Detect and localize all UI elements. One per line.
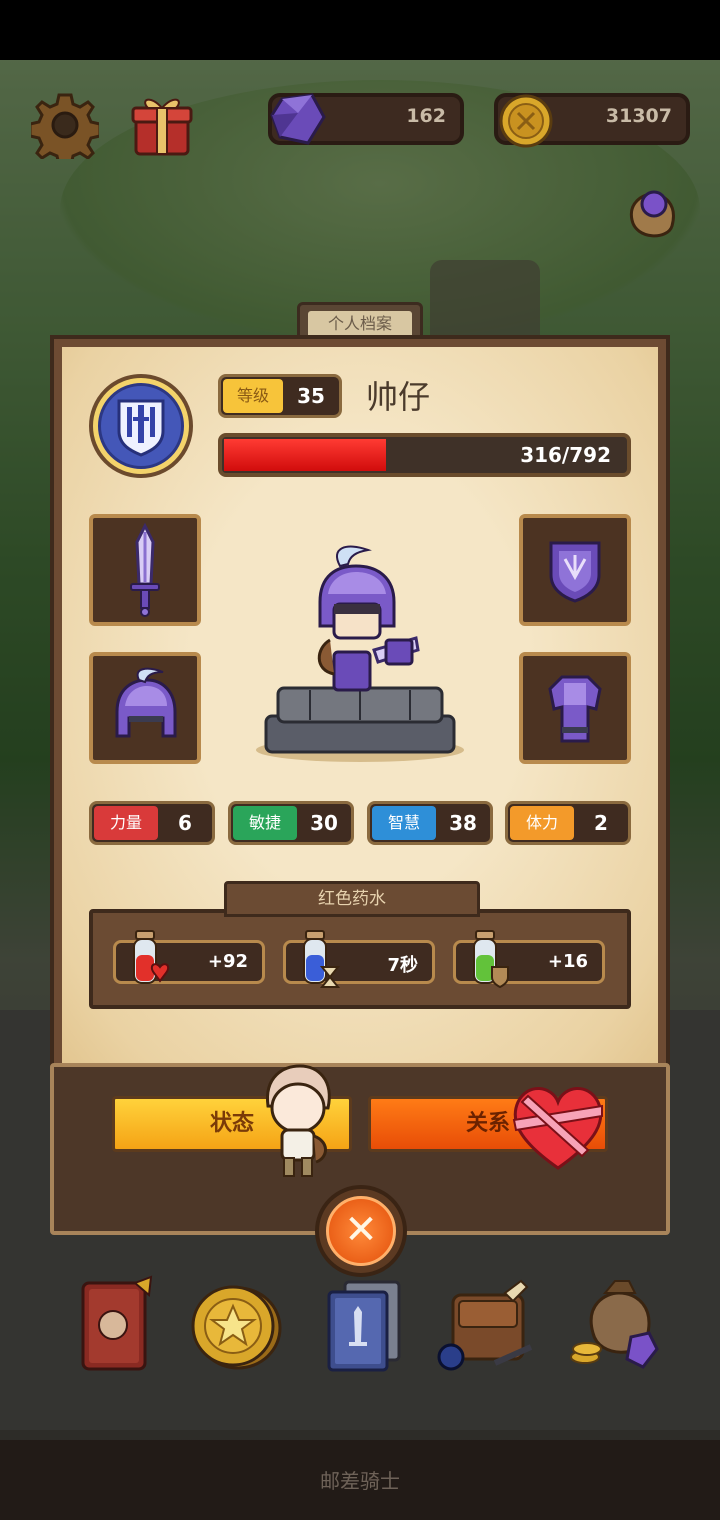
hp-text: 316/792 — [520, 443, 611, 467]
hero-character — [250, 540, 470, 768]
class-emblem — [89, 374, 193, 478]
weapon-slot[interactable] — [89, 514, 201, 626]
crystal-sword-icon — [130, 522, 160, 617]
potion-value: +16 — [547, 951, 588, 972]
red-potion-heart-icon — [133, 930, 170, 984]
gem-counter[interactable]: 162 — [268, 93, 464, 145]
level-value: 35 — [297, 384, 325, 408]
nav-backpack-icon[interactable] — [432, 1270, 542, 1380]
stat-strength: 力量 6 — [89, 801, 215, 845]
gem-count: 162 — [406, 105, 446, 127]
coin-counter[interactable]: 31307 — [494, 93, 690, 148]
shield-slot[interactable] — [519, 514, 631, 626]
close-icon: ✕ — [326, 1196, 396, 1266]
gift-box-icon[interactable] — [128, 90, 196, 160]
potion-value: 7秒 — [387, 955, 418, 976]
armor-slot[interactable] — [519, 652, 631, 764]
stat-label: 体力 — [510, 806, 574, 840]
nav-star-coin-icon[interactable] — [180, 1270, 290, 1380]
stat-label: 敏捷 — [233, 806, 297, 840]
potion-section-title: 红色药水 — [224, 881, 480, 917]
green-potion-shield-icon — [473, 930, 509, 989]
knight-shield-emblem-icon — [98, 383, 184, 469]
system-status-bar — [0, 0, 720, 60]
stat-value: 30 — [310, 811, 338, 835]
hp-bar-fill — [224, 439, 386, 471]
helmet-slot[interactable] — [89, 652, 201, 764]
purple-gem-icon — [270, 93, 326, 145]
level-badge: 等级 35 — [218, 374, 342, 418]
coin-count: 31307 — [605, 105, 672, 127]
heart-bandaged-icon — [508, 1080, 608, 1172]
hp-bar: 316/792 — [218, 433, 631, 477]
stat-stamina: 体力 2 — [505, 801, 631, 845]
stat-value: 2 — [594, 811, 608, 835]
stat-wisdom: 智慧 38 — [367, 801, 493, 845]
crystal-helmet-icon — [115, 667, 177, 738]
stat-value: 6 — [178, 811, 192, 835]
blue-potion-hourglass-icon — [303, 930, 341, 988]
app-title: 邮差骑士 — [320, 1469, 400, 1493]
settings-gear-icon[interactable] — [30, 90, 100, 160]
nav-treasure-bag-icon[interactable] — [562, 1270, 672, 1380]
crystal-armor-icon — [548, 675, 602, 743]
close-button[interactable]: ✕ — [315, 1185, 407, 1277]
stat-label: 力量 — [94, 806, 158, 840]
potion-blue-item[interactable]: 7秒 — [283, 930, 435, 988]
gold-coin-icon — [499, 94, 553, 148]
purple-shield-icon — [549, 541, 601, 603]
potion-red-item[interactable]: +92 — [113, 930, 265, 984]
stat-label: 智慧 — [372, 806, 436, 840]
stat-value: 38 — [449, 811, 477, 835]
player-name: 帅仔 — [366, 378, 431, 416]
potion-value: +92 — [207, 951, 248, 972]
potion-green-item[interactable]: +16 — [453, 930, 605, 989]
level-label: 等级 — [223, 379, 283, 413]
companion-girl-icon — [256, 1062, 340, 1182]
nav-card-deck-icon[interactable] — [308, 1270, 418, 1380]
stat-agility: 敏捷 30 — [228, 801, 354, 845]
nav-book-icon[interactable] — [60, 1270, 170, 1380]
profile-tab-title: 个人档案 — [308, 311, 412, 337]
gem-bag-icon[interactable] — [620, 182, 684, 246]
